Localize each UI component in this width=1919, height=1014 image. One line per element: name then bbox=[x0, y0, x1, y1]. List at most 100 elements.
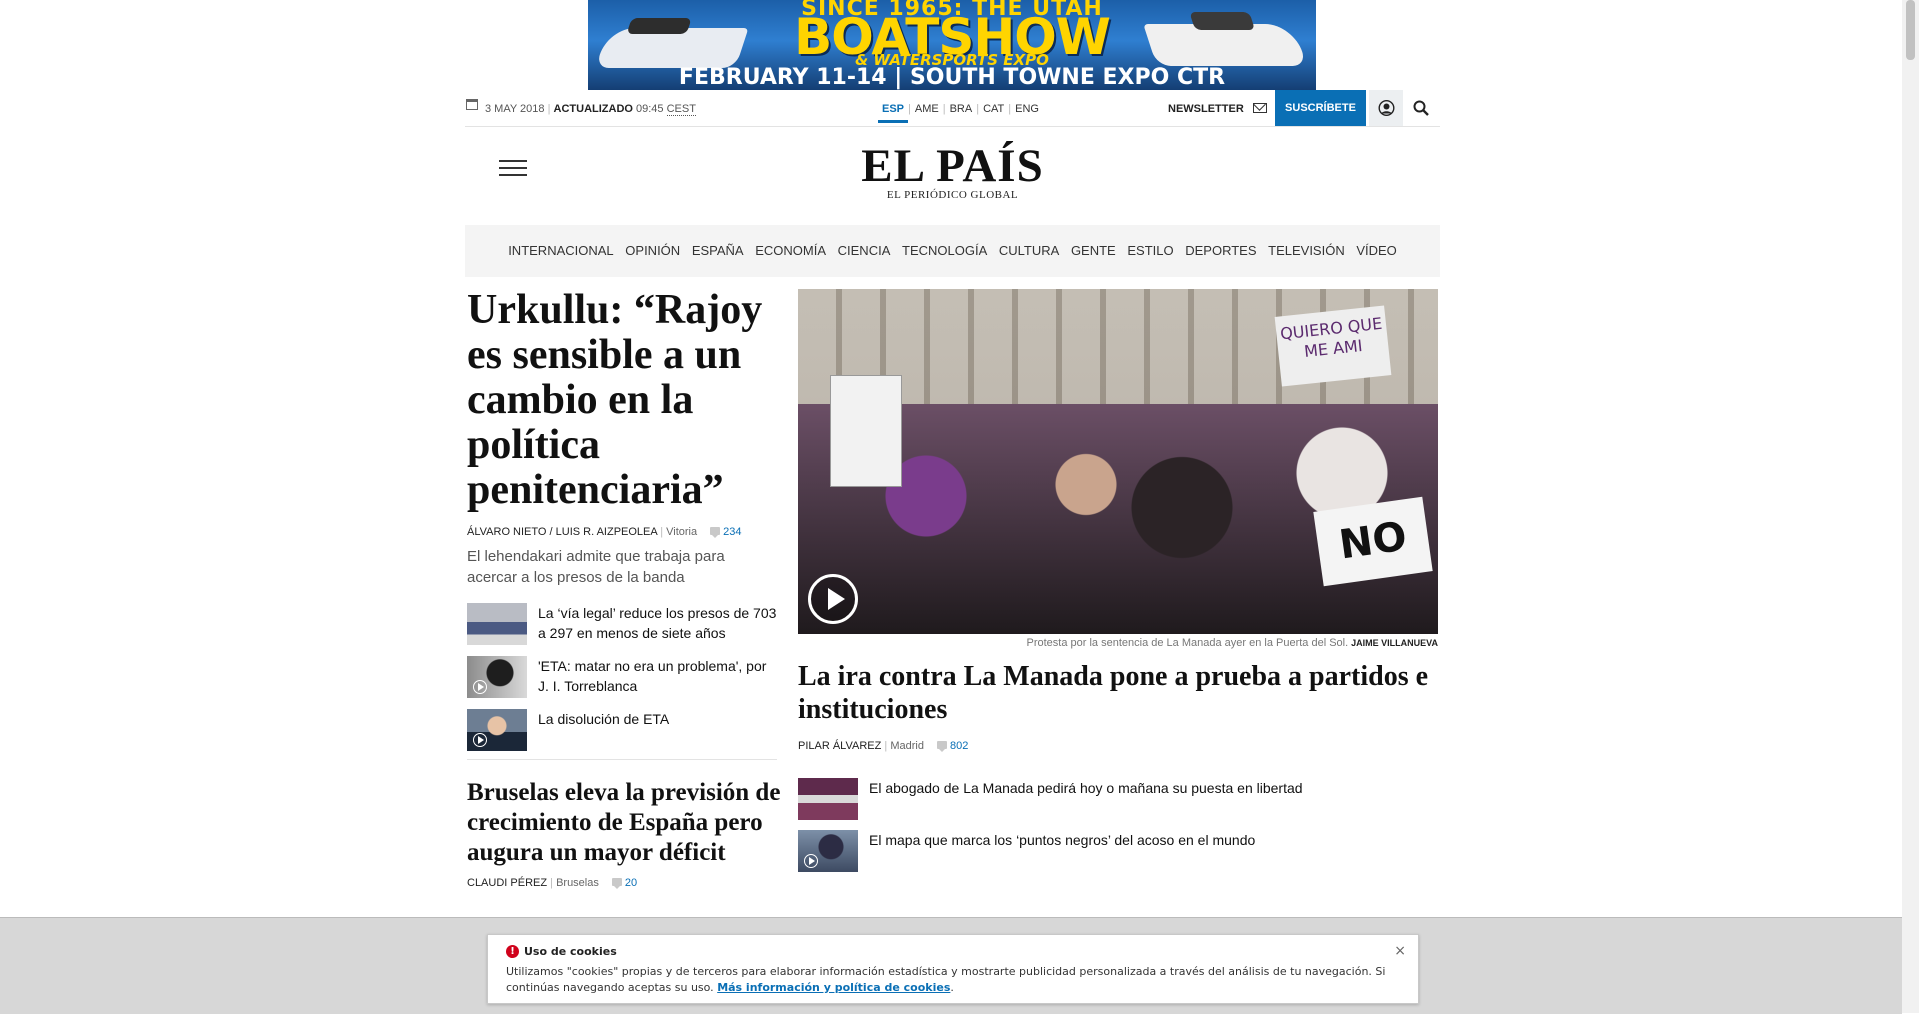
related-item[interactable]: El mapa que marca los ‘puntos negros’ de… bbox=[798, 828, 1438, 880]
scrollbar-thumb[interactable] bbox=[1906, 0, 1915, 60]
date-text: 3 MAY 2018 bbox=[485, 103, 545, 115]
nav-item-espana[interactable]: ESPAÑA bbox=[692, 243, 744, 258]
user-icon bbox=[1378, 100, 1395, 116]
photo-credit: JAIME VILLANUEVA bbox=[1351, 638, 1438, 648]
edition-selector: ESP | AME | BRA | CAT | ENG bbox=[878, 103, 1043, 123]
related-item[interactable]: La ‘vía legal’ reduce los presos de 703 … bbox=[467, 601, 777, 654]
nav-item-estilo[interactable]: ESTILO bbox=[1127, 243, 1173, 258]
mail-icon bbox=[1252, 103, 1267, 113]
cookie-title: Uso de cookies bbox=[524, 945, 617, 958]
main-headline[interactable]: La ira contra La Manada pone a prueba a … bbox=[798, 660, 1438, 726]
second-author[interactable]: CLAUDI PÉREZ bbox=[467, 877, 547, 889]
related-title[interactable]: El mapa que marca los ‘puntos negros’ de… bbox=[869, 830, 1429, 850]
search-icon[interactable] bbox=[1413, 100, 1429, 116]
lead-location: Vitoria bbox=[666, 526, 698, 538]
nav-item-video[interactable]: VÍDEO bbox=[1356, 243, 1396, 258]
section-nav: INTERNACIONAL OPINIÓN ESPAÑA ECONOMÍA CI… bbox=[465, 225, 1440, 277]
photo-banner: QUIERO QUE ME AMI bbox=[1274, 305, 1392, 387]
menu-bar bbox=[499, 174, 527, 176]
logo-tagline: EL PERIÓDICO GLOBAL bbox=[886, 189, 1019, 201]
newsletter-label: NEWSLETTER bbox=[1168, 103, 1244, 115]
comment-icon bbox=[937, 741, 948, 752]
edition-esp[interactable]: ESP bbox=[878, 103, 909, 123]
nav-item-tecnologia[interactable]: TECNOLOGÍA bbox=[902, 243, 987, 258]
nav-item-cultura[interactable]: CULTURA bbox=[999, 243, 1059, 258]
main-related-list: El abogado de La Manada pedirá hoy o mañ… bbox=[798, 776, 1438, 880]
lead-story: Urkullu: “Rajoy es sensible a un cambio … bbox=[467, 288, 777, 588]
lead-comment-count[interactable]: 234 bbox=[723, 526, 741, 538]
related-title[interactable]: La ‘vía legal’ reduce los presos de 703 … bbox=[538, 603, 778, 643]
close-icon[interactable]: × bbox=[1394, 943, 1406, 959]
related-item[interactable]: 'ETA: matar no era un problema', por J. … bbox=[467, 654, 777, 707]
play-icon bbox=[473, 680, 487, 694]
logo-name: EL PAÍS bbox=[861, 140, 1044, 192]
related-thumbnail[interactable] bbox=[798, 778, 858, 820]
related-title[interactable]: 'ETA: matar no era un problema', por J. … bbox=[538, 656, 778, 696]
second-headline[interactable]: Bruselas eleva la previsión de crecimien… bbox=[467, 778, 782, 868]
timezone: CEST bbox=[666, 103, 696, 116]
menu-bar bbox=[499, 160, 527, 162]
separator: | bbox=[660, 526, 664, 538]
lead-byline: ÁLVARO NIETO / LUIS R. AIZPEOLEA | Vitor… bbox=[467, 526, 777, 538]
second-comment-count[interactable]: 20 bbox=[625, 877, 637, 889]
second-byline: CLAUDI PÉREZ | Bruselas 20 bbox=[467, 877, 782, 889]
play-icon bbox=[804, 854, 818, 868]
second-story: Bruselas eleva la previsión de crecimien… bbox=[467, 778, 782, 889]
lead-related-list: La ‘vía legal’ reduce los presos de 703 … bbox=[467, 601, 777, 760]
caption-text: Protesta por la sentencia de La Manada a… bbox=[1026, 637, 1349, 649]
related-title[interactable]: El abogado de La Manada pedirá hoy o mañ… bbox=[869, 778, 1429, 798]
user-account-button[interactable] bbox=[1369, 90, 1403, 126]
nav-item-gente[interactable]: GENTE bbox=[1071, 243, 1116, 258]
nav-item-internacional[interactable]: INTERNACIONAL bbox=[508, 243, 613, 258]
menu-bar bbox=[499, 167, 527, 169]
lead-headline[interactable]: Urkullu: “Rajoy es sensible a un cambio … bbox=[467, 288, 777, 513]
separator: | bbox=[547, 103, 551, 115]
related-title[interactable]: La disolución de ETA bbox=[538, 709, 778, 729]
cookie-body: Utilizamos "cookies" propias y de tercer… bbox=[506, 965, 1386, 994]
site-logo[interactable]: EL PAÍS EL PERIÓDICO GLOBAL bbox=[860, 140, 1045, 202]
main-photo[interactable]: QUIERO QUE ME AMI NO bbox=[798, 289, 1438, 634]
divider bbox=[467, 759, 777, 760]
lead-summary: El lehendakari admite que trabaja para a… bbox=[467, 548, 725, 586]
updated-label: ACTUALIZADO bbox=[553, 103, 633, 115]
related-thumbnail[interactable] bbox=[467, 603, 527, 645]
related-item[interactable]: La disolución de ETA bbox=[467, 707, 777, 760]
edition-ame[interactable]: AME bbox=[911, 103, 943, 115]
play-video-icon[interactable] bbox=[808, 574, 858, 624]
photo-portrait-sign bbox=[830, 375, 902, 487]
newsletter-link[interactable]: NEWSLETTER bbox=[1168, 103, 1267, 115]
menu-hamburger-icon[interactable] bbox=[499, 160, 527, 176]
updated-time: 09:45 bbox=[636, 103, 664, 115]
nav-item-economia[interactable]: ECONOMÍA bbox=[755, 243, 826, 258]
play-icon bbox=[473, 733, 487, 747]
subscribe-button[interactable]: SUSCRÍBETE bbox=[1275, 90, 1366, 126]
edition-cat[interactable]: CAT bbox=[979, 103, 1008, 115]
page: SINCE 1965: THE UTAH BOATSHOW & WATERSPO… bbox=[0, 0, 1902, 1014]
related-thumbnail[interactable] bbox=[467, 709, 527, 751]
nav-item-opinion[interactable]: OPINIÓN bbox=[625, 243, 680, 258]
top-bar: 3 MAY 2018 | ACTUALIZADO 09:45 CEST ESP |… bbox=[465, 90, 1440, 127]
ad-banner[interactable]: SINCE 1965: THE UTAH BOATSHOW & WATERSPO… bbox=[588, 0, 1316, 90]
warning-icon: ! bbox=[506, 945, 519, 958]
comment-icon bbox=[611, 878, 622, 889]
photo-caption: Protesta por la sentencia de La Manada a… bbox=[798, 637, 1439, 649]
nav-item-ciencia[interactable]: CIENCIA bbox=[838, 243, 891, 258]
cookie-policy-link[interactable]: Más información y política de cookies bbox=[717, 981, 950, 994]
nav-item-television[interactable]: TELEVISIÓN bbox=[1268, 243, 1345, 258]
edition-eng[interactable]: ENG bbox=[1011, 103, 1043, 115]
second-location: Bruselas bbox=[556, 877, 599, 889]
main-comment-count[interactable]: 802 bbox=[950, 740, 968, 752]
related-item[interactable]: El abogado de La Manada pedirá hoy o mañ… bbox=[798, 776, 1438, 828]
scrollbar[interactable] bbox=[1902, 0, 1919, 1013]
calendar-icon bbox=[466, 99, 478, 110]
related-thumbnail[interactable] bbox=[467, 656, 527, 698]
main-location: Madrid bbox=[890, 740, 924, 752]
lead-authors[interactable]: ÁLVARO NIETO / LUIS R. AIZPEOLEA bbox=[467, 526, 657, 538]
nav-item-deportes[interactable]: DEPORTES bbox=[1185, 243, 1256, 258]
ad-line-4: FEBRUARY 11-14 | SOUTH TOWNE EXPO CTR bbox=[678, 65, 1226, 90]
related-thumbnail[interactable] bbox=[798, 830, 858, 872]
main-author[interactable]: PILAR ÁLVAREZ bbox=[798, 740, 881, 752]
cookie-notice: ! Uso de cookies Utilizamos "cookies" pr… bbox=[487, 934, 1419, 1004]
main-byline: PILAR ÁLVAREZ | Madrid 802 bbox=[798, 740, 1438, 752]
edition-bra[interactable]: BRA bbox=[946, 103, 977, 115]
